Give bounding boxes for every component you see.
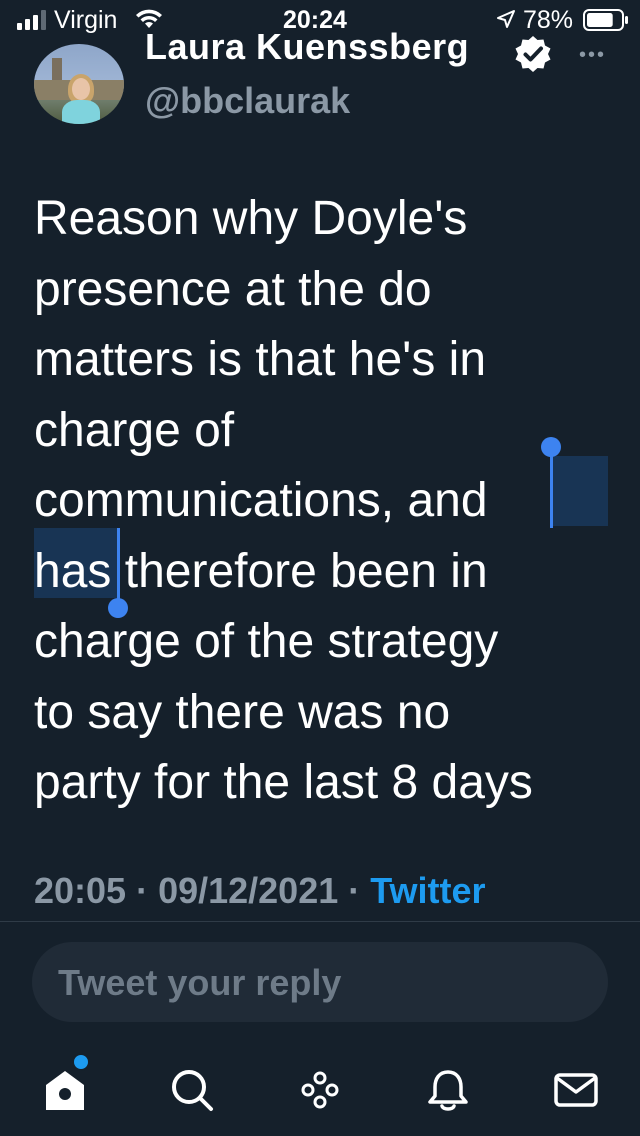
tweet-text-line: party for the last 8 days xyxy=(34,756,533,809)
tweet-text-line: Reason why Doyle's xyxy=(34,192,468,245)
divider xyxy=(0,921,640,922)
tweet-text-line: charge of the strategy xyxy=(34,615,499,668)
search-icon[interactable] xyxy=(168,1066,216,1114)
reply-input[interactable]: Tweet your reply xyxy=(32,942,608,1022)
tweet-text-line: charge of xyxy=(34,403,235,457)
author-display-name[interactable]: Laura Kuenssberg xyxy=(145,26,469,68)
tweet-text-line: communications, and xyxy=(34,474,488,527)
tweet-text: Reason why Doyle's presence at the do ma… xyxy=(34,184,624,819)
carrier-name: Virgin xyxy=(54,6,118,34)
avatar[interactable] xyxy=(34,44,124,124)
home-notification-dot xyxy=(72,1053,90,1071)
reply-placeholder: Tweet your reply xyxy=(58,962,342,1003)
signal-strength-icon xyxy=(17,10,46,30)
tweet-text-line: has therefore been in xyxy=(34,544,488,598)
tweet-metadata: 20:05 · 09/12/2021 · Twitter xyxy=(34,870,486,912)
tweet-text-line: matters is that he's in xyxy=(34,333,487,386)
tweet-text-line: presence at the do xyxy=(34,262,432,316)
spaces-icon[interactable] xyxy=(296,1066,344,1114)
tweet-text-line: to say there was no xyxy=(34,685,451,739)
bottom-tab-bar xyxy=(0,1040,640,1136)
notifications-icon[interactable] xyxy=(424,1066,472,1114)
battery-icon xyxy=(583,9,628,31)
tweet-timestamp: 20:05 · 09/12/2021 · xyxy=(34,870,371,911)
battery-percentage: 78% xyxy=(523,6,574,34)
tweet-source-link[interactable]: Twitter xyxy=(370,870,485,911)
more-options-icon[interactable]: ••• xyxy=(579,44,606,67)
location-arrow-icon xyxy=(497,10,515,28)
verified-badge-icon xyxy=(515,36,551,72)
messages-icon[interactable] xyxy=(552,1066,600,1114)
author-handle[interactable]: @bbclaurak xyxy=(145,80,350,122)
home-icon[interactable] xyxy=(41,1066,89,1114)
